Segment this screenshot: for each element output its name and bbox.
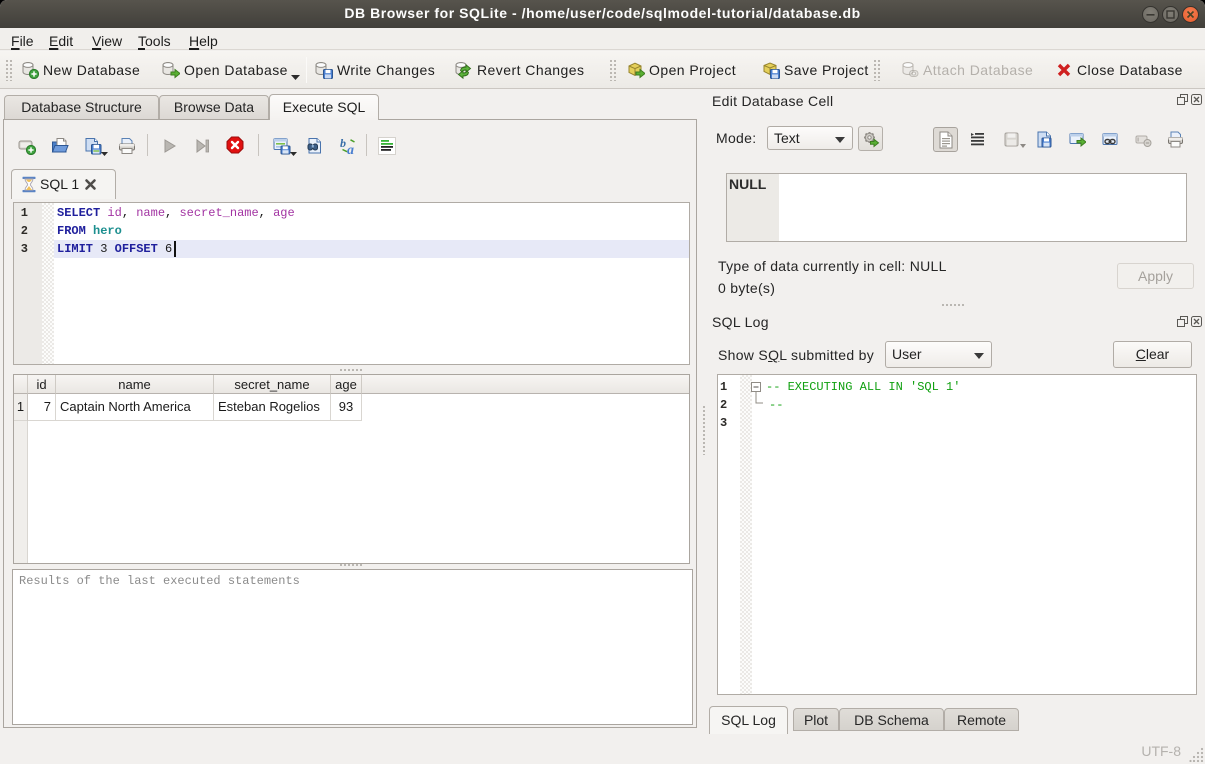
svg-text:b: b [340,136,346,150]
svg-text:a: a [347,143,354,155]
